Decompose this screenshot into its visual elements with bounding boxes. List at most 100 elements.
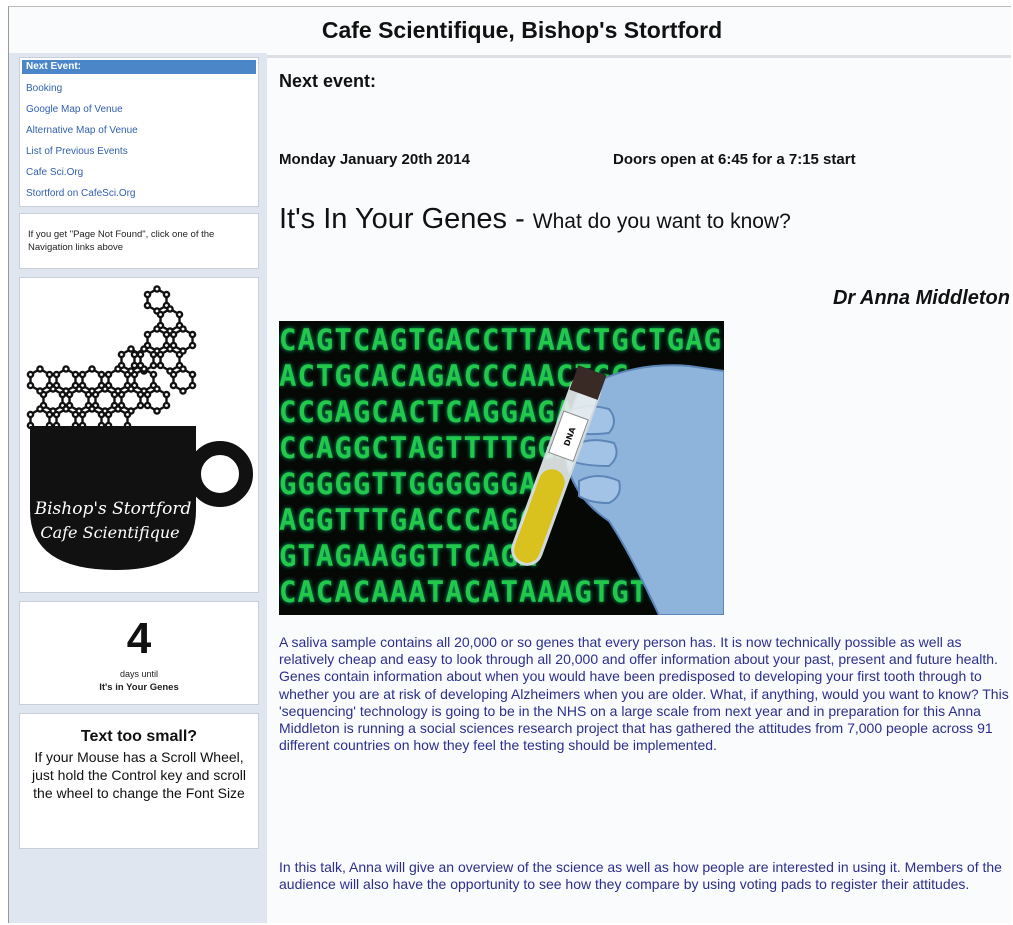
speaker-name: Dr Anna Middleton <box>832 287 1010 309</box>
molecule-atom <box>123 381 132 390</box>
next-event-label: Next event: <box>279 71 377 91</box>
nav-item-alternative-map[interactable]: Alternative Map of Venue <box>20 120 258 141</box>
molecule-atom <box>143 301 152 310</box>
molecule-atom <box>153 325 161 333</box>
molecule-atom <box>104 370 113 379</box>
main-content: Next event: Monday January 20th 2014 Doo… <box>267 59 1011 923</box>
molecule-atom <box>153 407 161 415</box>
molecule-atom <box>162 290 171 299</box>
molecule-atom <box>136 390 145 399</box>
molecule-atom <box>140 345 148 353</box>
molecule-atom <box>188 370 197 379</box>
coffee-cup-logo-icon: Bishop's Stortford Cafe Scientifique <box>26 285 253 570</box>
navigation-panel: Next Event: Booking Google Map of Venue … <box>19 57 259 207</box>
molecule-atom <box>162 390 171 399</box>
nav-item-google-map[interactable]: Google Map of Venue <box>20 99 258 120</box>
site-title: Cafe Scientifique, Bishop's Stortford <box>321 17 723 43</box>
countdown-panel: 4 days until It's in Your Genes <box>19 601 259 705</box>
molecule-atom <box>149 370 158 379</box>
countdown-label: days until <box>119 669 159 679</box>
molecule-atom <box>162 330 171 339</box>
molecule-atom <box>136 401 145 410</box>
molecule-atom <box>156 310 165 319</box>
molecule-atom <box>136 361 145 370</box>
talk-title-sub: What do you want to know? <box>532 210 791 233</box>
event-description-2: In this talk, Anna will give an overview… <box>279 859 1002 893</box>
molecule-atom <box>45 381 54 390</box>
molecule-atom <box>162 401 171 410</box>
molecule-atom <box>149 350 158 359</box>
font-size-tip: Text too small? If your Mouse has a Scro… <box>19 713 259 849</box>
molecule-atom <box>26 381 35 390</box>
molecule-atom <box>78 410 87 419</box>
doors-time: Doors open at 6:45 for a 7:15 start <box>613 151 856 168</box>
molecule-atom <box>88 365 96 373</box>
molecule-atom <box>188 341 197 350</box>
molecule-atom <box>45 370 54 379</box>
logo-text-line1: Bishop's Stortford <box>34 499 192 519</box>
molecule-atom <box>127 345 135 353</box>
molecule-atom <box>71 381 80 390</box>
molecule-atom <box>169 330 178 339</box>
molecule-atom <box>62 365 70 373</box>
dna-sequence-image: CAGTCAGTGACCTTAACTGCTGAG ACTGCACAGACCCAA… <box>279 321 724 615</box>
molecule-atom <box>88 405 96 413</box>
molecule-atom <box>78 370 87 379</box>
molecule-atom <box>156 361 165 370</box>
molecule-atom <box>26 370 35 379</box>
molecule-atom <box>143 290 152 299</box>
molecule-atom <box>123 410 132 419</box>
molecule-atom <box>136 350 145 359</box>
talk-title-main: It's In Your Genes - <box>279 203 533 235</box>
molecule-atom <box>188 381 197 390</box>
page-not-found-notice: If you get "Page Not Found", click one o… <box>19 213 259 269</box>
molecule-atom <box>143 390 152 399</box>
molecule-atom <box>104 410 113 419</box>
molecule-atom <box>175 310 184 319</box>
molecule-atom <box>153 285 161 293</box>
sidebar: Next Event: Booking Google Map of Venue … <box>9 53 267 923</box>
molecule-atom <box>149 361 158 370</box>
nav-item-next-event[interactable]: Next Event: <box>22 60 256 74</box>
molecule-atom <box>179 325 187 333</box>
molecule-atom <box>97 410 106 419</box>
tip-body: If your Mouse has a Scroll Wheel, just h… <box>32 749 246 801</box>
cafe-logo: Bishop's Stortford Cafe Scientifique <box>19 277 259 593</box>
molecule-atom <box>97 381 106 390</box>
nav-item-previous-events[interactable]: List of Previous Events <box>20 141 258 162</box>
molecule-atom <box>169 341 178 350</box>
gloved-hand-test-tube-icon: DNA <box>511 364 724 615</box>
event-date: Monday January 20th 2014 <box>279 151 470 168</box>
molecule-atom <box>45 410 54 419</box>
molecule-atom <box>71 410 80 419</box>
molecule-atom <box>52 370 61 379</box>
molecule-atom <box>169 381 178 390</box>
molecule-atom <box>179 347 187 355</box>
molecule-atom <box>188 330 197 339</box>
molecule-atom <box>156 350 165 359</box>
page-frame: Cafe Scientifique, Bishop's Stortford Ne… <box>8 6 1011 923</box>
molecule-atom <box>143 330 152 339</box>
talk-title: It's In Your Genes - What do you want to… <box>279 203 791 236</box>
molecule-atom <box>110 390 119 399</box>
molecule-atom <box>117 361 126 370</box>
molecule-atom <box>97 370 106 379</box>
event-description: A saliva sample contains all 20,000 or s… <box>279 634 1009 754</box>
molecule-atom <box>62 405 70 413</box>
molecule-atom <box>166 305 174 313</box>
molecule-atom <box>179 387 187 395</box>
molecule-atom <box>179 365 187 373</box>
nav-item-cafesci-org[interactable]: Cafe Sci.Org <box>20 162 258 183</box>
nav-item-booking[interactable]: Booking <box>20 78 258 99</box>
tip-heading: Text too small? <box>80 728 198 745</box>
molecule-atom <box>127 367 135 375</box>
molecule-atom <box>114 405 122 413</box>
molecule-atom <box>58 390 67 399</box>
molecule-atom <box>169 370 178 379</box>
molecule-atom <box>36 365 44 373</box>
nav-item-stortford-cafesci[interactable]: Stortford on CafeSci.Org <box>20 183 258 204</box>
countdown-number: 4 <box>126 614 152 663</box>
molecule-atom <box>84 390 93 399</box>
molecule-atom <box>117 350 126 359</box>
molecule-atom <box>26 410 35 419</box>
